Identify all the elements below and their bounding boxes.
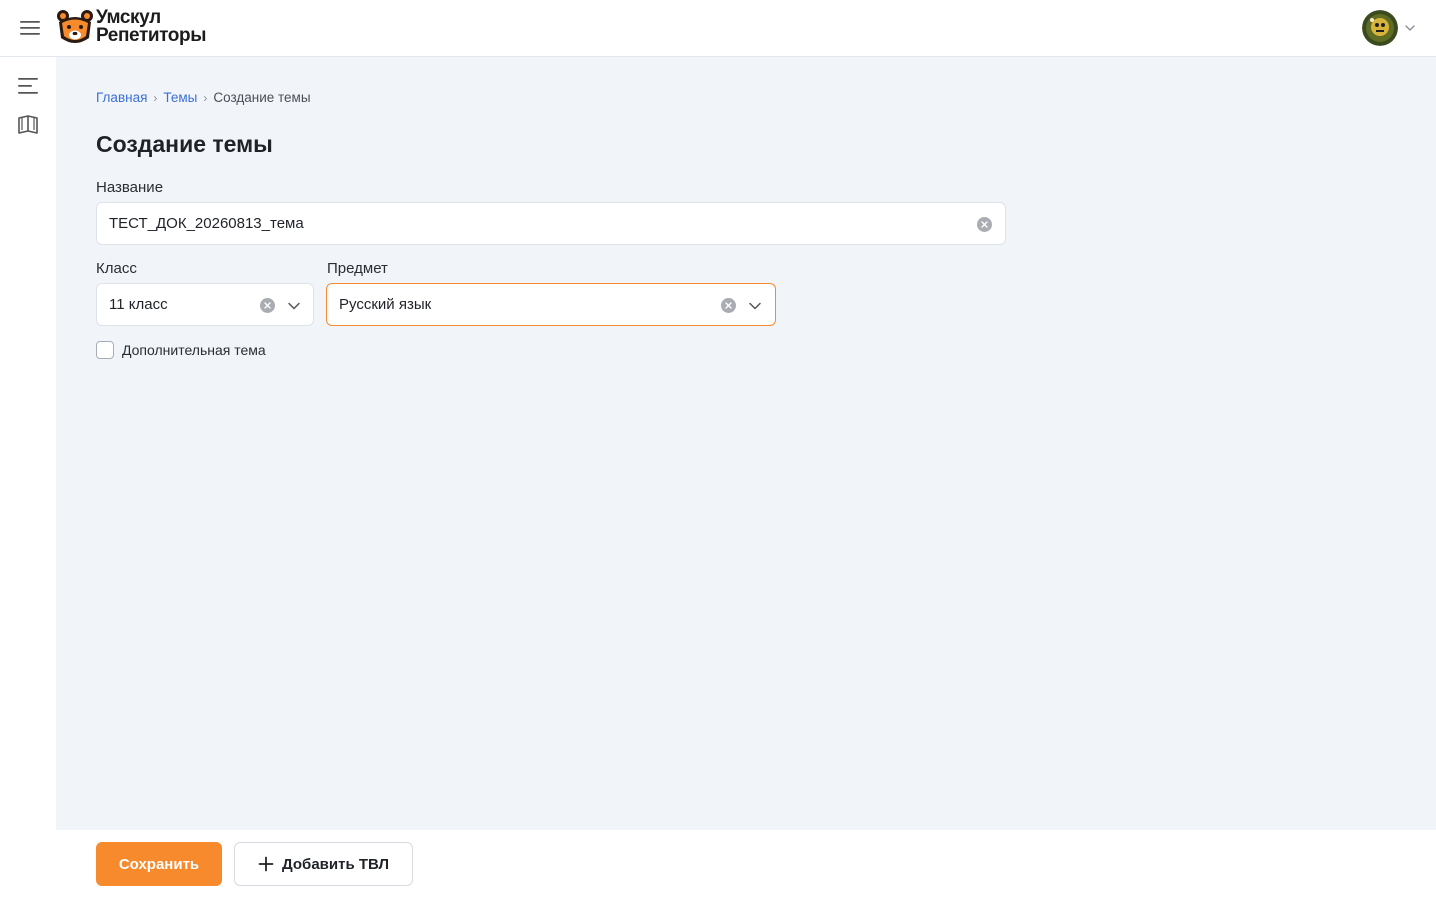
chevron-down-icon[interactable]: [748, 299, 762, 313]
class-select[interactable]: 11 класс: [96, 283, 314, 326]
brand-name[interactable]: Умскул Репетиторы: [96, 8, 207, 46]
list-icon[interactable]: [17, 75, 39, 97]
extra-topic-row: Дополнительная тема: [96, 341, 266, 359]
name-input-value: ТЕСТ_ДОК_20260813_тема: [109, 215, 304, 232]
top-header: Умскул Репетиторы: [0, 0, 1436, 57]
name-label: Название: [96, 179, 164, 196]
plus-icon: [258, 856, 274, 872]
main-content: Главная › Темы › Создание темы Создание …: [56, 57, 1436, 830]
save-button[interactable]: Сохранить: [96, 842, 222, 886]
breadcrumb-topics[interactable]: Темы: [163, 90, 197, 105]
breadcrumb-current: Создание темы: [213, 90, 311, 105]
page-title: Создание темы: [96, 131, 273, 157]
subject-select-value: Русский язык: [339, 296, 432, 313]
user-avatar[interactable]: [1362, 10, 1398, 46]
breadcrumb-separator: ›: [203, 90, 208, 105]
subject-select[interactable]: Русский язык: [326, 283, 776, 326]
hamburger-menu-icon[interactable]: [20, 19, 40, 37]
breadcrumb-separator: ›: [153, 90, 158, 105]
add-tvl-button[interactable]: Добавить ТВЛ: [234, 842, 413, 886]
breadcrumb: Главная › Темы › Создание темы: [96, 90, 311, 105]
sidebar: [0, 57, 56, 898]
clear-circle-icon[interactable]: [721, 298, 736, 313]
brand-line-2: Репетиторы: [96, 25, 207, 46]
bear-logo-icon[interactable]: [55, 8, 95, 48]
clear-circle-icon[interactable]: [260, 298, 275, 313]
footer-bar: Сохранить Добавить ТВЛ: [56, 830, 1436, 898]
book-icon[interactable]: [17, 114, 39, 136]
add-tvl-label: Добавить ТВЛ: [282, 855, 389, 873]
extra-topic-checkbox[interactable]: [96, 341, 114, 359]
chevron-down-icon[interactable]: [287, 299, 301, 313]
breadcrumb-home[interactable]: Главная: [96, 90, 147, 105]
avatar-image: [1362, 10, 1398, 46]
extra-topic-label[interactable]: Дополнительная тема: [122, 342, 266, 358]
class-label: Класс: [96, 260, 137, 277]
clear-circle-icon[interactable]: [977, 217, 992, 232]
chevron-down-icon[interactable]: [1404, 22, 1416, 34]
class-select-value: 11 класс: [109, 296, 168, 313]
name-input[interactable]: ТЕСТ_ДОК_20260813_тема: [96, 202, 1006, 245]
subject-label: Предмет: [327, 260, 388, 277]
